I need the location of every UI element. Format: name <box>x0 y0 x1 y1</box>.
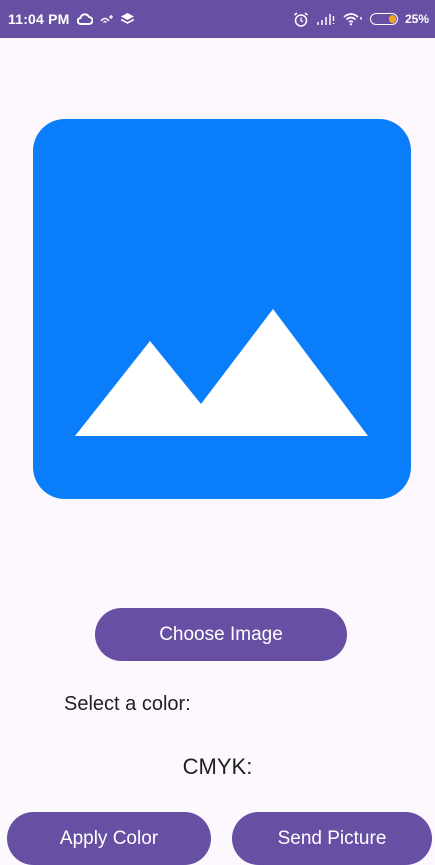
alarm-icon <box>293 11 309 27</box>
layers-icon <box>120 13 134 25</box>
select-color-label: Select a color: <box>64 693 191 715</box>
battery-percentage: 25% <box>404 12 429 26</box>
choose-image-button[interactable]: Choose Image <box>95 608 347 661</box>
status-time: 11:04 PM <box>8 11 70 27</box>
battery-icon <box>369 13 398 25</box>
cmyk-label: CMYK: <box>182 754 253 779</box>
cloud-icon <box>76 13 93 25</box>
wifi-icon <box>343 12 363 26</box>
battery-level <box>388 15 396 23</box>
image-icon <box>75 309 368 436</box>
status-bar-left: 11:04 PM <box>8 11 134 27</box>
status-bar: 11:04 PM 25% <box>0 0 435 38</box>
status-bar-right: 25% <box>293 11 429 27</box>
apply-color-button[interactable]: Apply Color <box>7 812 211 865</box>
image-preview <box>33 119 411 499</box>
send-picture-button[interactable]: Send Picture <box>232 812 432 865</box>
signal-icon <box>316 13 336 25</box>
wifi-plus-icon <box>99 14 114 24</box>
